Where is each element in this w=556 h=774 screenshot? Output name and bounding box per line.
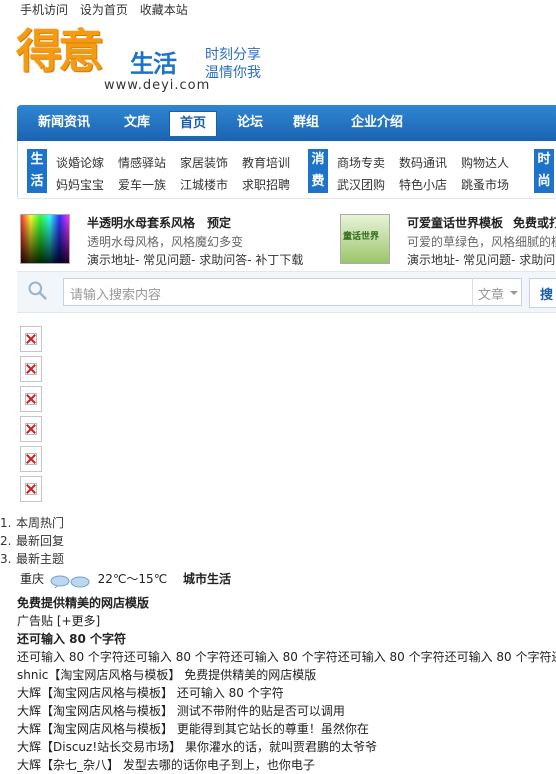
cat-consume-item[interactable]: 跳蚤市场 [461, 176, 509, 193]
ad-jellyfish[interactable]: 半透明水母套系风格 预定 透明水母风格，风格魔幻多变 演示地址- 常见问题- 求… [18, 210, 308, 268]
nav-groups[interactable]: 群组 [293, 105, 319, 141]
broken-image-icon [20, 416, 42, 442]
search-input[interactable]: 请输入搜索内容 [63, 278, 473, 306]
search-icon [28, 281, 47, 300]
list-item: 还可输入 80 个字符 [17, 632, 127, 646]
top-links: 手机访问 设为首页 收藏本站 [20, 1, 196, 18]
cat-life-item[interactable]: 家居装饰 [180, 154, 228, 171]
cat-life-item[interactable]: 江城楼市 [180, 176, 228, 193]
weather-temp: 22℃～15℃ [97, 572, 168, 586]
nav-library[interactable]: 文库 [124, 105, 150, 141]
ad-thumb-image [20, 214, 70, 264]
list-item[interactable]: 大辉【淘宝网店风格与模板】 更能得到其它站长的尊重！虽然你在 [17, 720, 556, 738]
ad-title[interactable]: 可爱童话世界模板 [407, 214, 503, 231]
weather-widget: 重庆 22℃～15℃ 城市生活 [20, 570, 231, 588]
bookmark-link[interactable]: 收藏本站 [140, 3, 188, 17]
cloud-icon [50, 575, 90, 588]
category-fashion-badge: 时 尚 [534, 149, 554, 193]
slogan: 时刻分享 温情你我 [205, 46, 261, 82]
ad-thumb-image: 童话世界 [340, 214, 390, 264]
list-item[interactable]: 大辉【杂七_杂八】 发型去哪的话你电子到上，也你电子 [17, 756, 556, 774]
logo-sub: 生活 [130, 50, 177, 78]
list-item[interactable]: 大辉【淘宝网店风格与模板】 测试不带附件的贴是否可以调用 [17, 702, 556, 720]
ad-title[interactable]: 半透明水母套系风格 [87, 214, 195, 231]
mobile-access-link[interactable]: 手机访问 [20, 3, 68, 17]
cat-consume-item[interactable]: 特色小店 [399, 176, 447, 193]
cat-life-item[interactable]: 教育培训 [242, 154, 290, 171]
list-item[interactable]: 2. 最新回复 [0, 532, 64, 550]
list-item[interactable]: 广告贴 [+更多] [17, 612, 556, 630]
logo-url: www.deyi.com [104, 78, 211, 93]
search-button[interactable]: 搜 [529, 278, 556, 308]
list-item[interactable]: shnic【淘宝网店风格与模板】 免费提供精美的网店模版 [17, 666, 556, 684]
logo-main: 得意 [16, 24, 104, 78]
nav-news[interactable]: 新闻资讯 [38, 105, 90, 141]
weather-label[interactable]: 城市生活 [183, 572, 231, 586]
ad-desc: 透明水母风格，风格魔幻多变 [87, 235, 244, 249]
ad-desc: 可爱的草绿色，风格细腻的模 [407, 235, 556, 249]
cat-life-item[interactable]: 妈妈宝宝 [56, 176, 104, 193]
ad-links[interactable]: 演示地址- 常见问题- 求助问答 [407, 251, 556, 266]
cat-consume-item[interactable]: 购物达人 [461, 154, 509, 171]
set-homepage-link[interactable]: 设为首页 [80, 3, 128, 17]
list-item[interactable]: 1. 本周热门 [0, 514, 64, 532]
chevron-down-icon [510, 291, 518, 295]
nav-home[interactable]: 首页 [169, 111, 218, 136]
cat-life-item[interactable]: 谈婚论嫁 [56, 154, 104, 171]
nav-forum[interactable]: 论坛 [237, 105, 263, 141]
site-logo[interactable]: 得意 生活 www.deyi.com [16, 24, 209, 96]
cat-life-item[interactable]: 爱车一族 [118, 176, 166, 193]
search-bar: 请输入搜索内容 文章 搜 [17, 271, 556, 313]
category-life-badge: 生 活 [27, 149, 47, 193]
list-item[interactable]: 3. 最新主题 [0, 550, 64, 568]
weather-city: 重庆 [20, 572, 45, 586]
list-item[interactable]: 大辉【Discuz!站长交易市场】 果你灌水的话，就叫贾君鹏的太爷爷 [17, 738, 556, 756]
nav-company[interactable]: 企业介绍 [351, 105, 403, 141]
broken-image-icon [20, 476, 42, 502]
broken-image-icon [20, 356, 42, 382]
tab-list: 1. 本周热门 2. 最新回复 3. 最新主题 [0, 514, 64, 568]
slogan-line-2: 温情你我 [205, 65, 261, 81]
content-list: 免费提供精美的网店模版 广告贴 [+更多] 还可输入 80 个字符 还可输入 8… [17, 594, 556, 774]
category-consume-badge: 消 费 [308, 149, 328, 193]
list-item[interactable]: 免费提供精美的网店模版 [17, 594, 556, 612]
broken-image-icon [20, 326, 42, 352]
category-block: 生 活 谈婚论嫁 情感驿站 家居装饰 教育培训 妈妈宝宝 爱车一族 江城楼市 求… [17, 141, 556, 197]
cat-consume-item[interactable]: 武汉团购 [337, 176, 385, 193]
ad-badge: 免费或打 [513, 216, 556, 230]
cat-consume-item[interactable]: 数码通讯 [399, 154, 447, 171]
main-nav: 新闻资讯 文库 首页 论坛 群组 企业介绍 [17, 105, 556, 141]
broken-image-icon [20, 446, 42, 472]
divider [17, 198, 556, 199]
slogan-line-1: 时刻分享 [205, 47, 261, 63]
ad-badge: 预定 [207, 216, 232, 230]
ad-links[interactable]: 演示地址- 常见问题- 求助问答- 补丁下载 [87, 251, 303, 268]
cat-consume-item[interactable]: 商场专卖 [337, 154, 385, 171]
broken-image-icon [20, 386, 42, 412]
ad-fairytale[interactable]: 童话世界 可爱童话世界模板 免费或打 可爱的草绿色，风格细腻的模 演示地址- 常… [336, 210, 556, 266]
list-item[interactable]: 大辉【淘宝网店风格与模板】 还可输入 80 个字符 [17, 684, 556, 702]
cat-life-item[interactable]: 求职招聘 [242, 176, 290, 193]
cat-life-item[interactable]: 情感驿站 [118, 154, 166, 171]
list-item: 还可输入 80 个字符还可输入 80 个字符还可输入 80 个字符还可输入 80… [17, 650, 556, 664]
search-type-select[interactable]: 文章 [472, 278, 522, 306]
